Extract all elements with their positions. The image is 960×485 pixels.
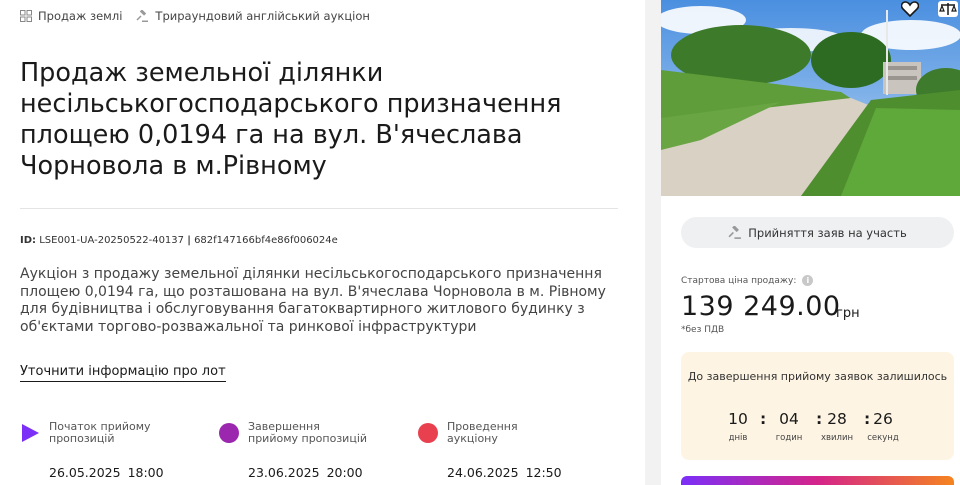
column-gap	[645, 0, 661, 485]
timer-days: 10 днів	[728, 410, 748, 443]
lot-sidebar: Прийняття заяв на участь Стартова ціна п…	[661, 0, 960, 485]
stage-label: Проведення аукціону	[447, 420, 518, 445]
compare-button[interactable]	[931, 0, 960, 18]
clarify-lot-info-link[interactable]: Уточнити інформацію про лот	[20, 364, 226, 382]
stage-label: Завершення прийому пропозицій	[248, 420, 368, 445]
lot-hash: 682f147166bf4e86f006024e	[194, 235, 338, 246]
id-label: ID:	[20, 235, 37, 246]
status-label: Прийняття заяв на участь	[748, 225, 907, 240]
timer-separator: :	[760, 410, 767, 428]
circle-icon	[219, 423, 239, 443]
breadcrumb: Продаж землі Трираундовий англійський ау…	[20, 9, 384, 23]
starting-price-label: Стартова ціна продажу: i	[681, 275, 814, 286]
lot-id: LSE001-UA-20250522-40137	[39, 235, 185, 246]
gavel-icon	[136, 9, 149, 22]
stage-datetime: 23.06.2025 20:00	[248, 465, 363, 480]
price-currency: грн	[836, 306, 860, 321]
stage-label: Початок прийому пропозицій	[49, 420, 151, 445]
divider	[20, 208, 618, 209]
breadcrumb-label: Трираундовий англійський аукціон	[155, 9, 370, 23]
lot-photo[interactable]	[661, 0, 960, 196]
lot-description: Аукціон з продажу земельної ділянки несі…	[20, 266, 606, 335]
vat-note: *без ПДВ	[681, 325, 725, 335]
stage-datetime: 24.06.2025 12:50	[447, 465, 562, 480]
favorite-button[interactable]	[893, 0, 927, 18]
id-separator: |	[187, 235, 191, 246]
countdown-timer: До завершення прийому заявок залишилось …	[681, 352, 954, 460]
starting-price: 139 249.00	[681, 291, 841, 322]
lot-main-panel: Продаж землі Трираундовий англійський ау…	[0, 0, 645, 485]
circle-icon	[418, 423, 438, 443]
page-title: Продаж земельної ділянки несільськогоспо…	[20, 58, 562, 181]
timer-title: До завершення прийому заявок залишилось	[687, 370, 948, 383]
stage-datetime: 26.05.2025 18:00	[49, 465, 164, 480]
breadcrumb-label: Продаж землі	[38, 9, 123, 23]
timer-minutes: 28 хвилин	[820, 410, 854, 443]
timer-seconds: 26 секунд	[867, 410, 899, 443]
scales-icon	[938, 1, 958, 17]
gavel-icon	[728, 225, 742, 239]
play-icon	[22, 424, 39, 442]
lot-identifiers: ID: LSE001-UA-20250522-40137 | 682f14716…	[20, 235, 338, 246]
timer-hours: 04 годин	[775, 410, 803, 443]
heart-icon	[901, 1, 919, 17]
grid-icon	[20, 10, 32, 22]
breadcrumb-item-land-sale[interactable]: Продаж землі	[20, 9, 122, 23]
breadcrumb-item-auction-type[interactable]: Трираундовий англійський аукціон	[136, 9, 370, 23]
info-icon[interactable]: i	[802, 275, 814, 286]
participate-button[interactable]	[681, 476, 954, 485]
lot-photo-image	[661, 0, 960, 196]
status-accepting-applications[interactable]: Прийняття заяв на участь	[681, 217, 954, 248]
